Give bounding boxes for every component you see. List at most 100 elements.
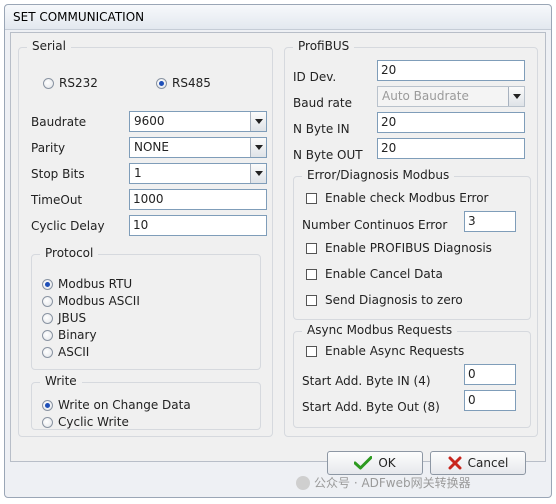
chevron-down-icon	[255, 145, 263, 150]
start-add-byte-in-input[interactable]: 0	[464, 364, 516, 385]
ok-button-label: OK	[378, 456, 396, 470]
stop-bits-select[interactable]: 1	[129, 163, 267, 184]
radio-rs485[interactable]: RS485	[156, 76, 211, 90]
parity-select[interactable]: NONE	[129, 137, 267, 158]
start-add-byte-in-label: Start Add. Byte IN (4)	[302, 374, 431, 388]
watermark-text: 公众号 · ADFweb网关转换器	[314, 476, 471, 490]
radio-indicator	[42, 346, 53, 358]
serial-group: Serial RS232 RS485 Baudrate 9600 Parity …	[18, 39, 273, 437]
radio-binary[interactable]: Binary	[42, 328, 97, 342]
checkbox-enable-check-modbus-error-label: Enable check Modbus Error	[325, 191, 489, 205]
parity-label: Parity	[31, 141, 66, 155]
baudrate-value: 9600	[134, 114, 165, 128]
number-continuos-error-input[interactable]: 3	[464, 211, 516, 232]
radio-rs232-label: RS232	[59, 76, 98, 90]
checkbox-box	[306, 242, 317, 254]
ok-button[interactable]: OK	[327, 451, 423, 475]
title-bar: SET COMMUNICATION	[5, 5, 551, 30]
stop-bits-value: 1	[134, 166, 142, 180]
checkbox-box	[306, 268, 317, 280]
protocol-group-title: Protocol	[40, 246, 99, 260]
radio-indicator-selected	[156, 77, 167, 89]
start-add-byte-out-label: Start Add. Byte Out (8)	[302, 400, 440, 414]
checkbox-box	[306, 345, 317, 357]
radio-rs485-label: RS485	[172, 76, 211, 90]
wechat-icon	[296, 475, 310, 490]
baudrate-select[interactable]: 9600	[129, 111, 267, 132]
n-byte-out-input[interactable]: 20	[377, 138, 525, 159]
radio-indicator	[42, 416, 53, 428]
dropdown-button[interactable]	[250, 164, 266, 183]
radio-write-on-change-label: Write on Change Data	[58, 398, 191, 412]
checkbox-send-diagnosis-to-zero-label: Send Diagnosis to zero	[325, 293, 463, 307]
watermark: 公众号 · ADFweb网关转换器	[296, 474, 471, 491]
chevron-down-icon	[255, 171, 263, 176]
radio-indicator	[42, 295, 53, 307]
id-dev-label: ID Dev.	[293, 70, 337, 84]
n-byte-out-label: N Byte OUT	[293, 148, 363, 162]
checkbox-enable-cancel-data-label: Enable Cancel Data	[325, 267, 443, 281]
cancel-button-label: Cancel	[467, 456, 509, 470]
chevron-down-icon	[255, 119, 263, 124]
radio-indicator	[43, 77, 54, 89]
cyclic-delay-input[interactable]: 10	[129, 215, 267, 236]
radio-indicator-selected	[42, 399, 53, 411]
check-icon	[354, 456, 373, 470]
number-continuos-error-label: Number Continuos Error	[302, 218, 448, 232]
checkbox-enable-async-requests-label: Enable Async Requests	[325, 344, 465, 358]
radio-modbus-rtu[interactable]: Modbus RTU	[42, 277, 132, 291]
checkbox-send-diagnosis-to-zero[interactable]: Send Diagnosis to zero	[306, 293, 463, 307]
dropdown-button[interactable]	[508, 87, 524, 106]
dropdown-button[interactable]	[250, 112, 266, 131]
n-byte-in-label: N Byte IN	[293, 122, 350, 136]
profibus-group: ProfiBUS ID Dev. 20 Baud rate Auto Baudr…	[284, 39, 538, 437]
window-title: SET COMMUNICATION	[13, 10, 145, 24]
radio-modbus-rtu-label: Modbus RTU	[58, 277, 133, 291]
write-group-title: Write	[40, 374, 82, 388]
radio-modbus-ascii[interactable]: Modbus ASCII	[42, 294, 140, 308]
radio-binary-label: Binary	[58, 328, 97, 342]
dropdown-button[interactable]	[250, 138, 266, 157]
x-icon	[448, 456, 462, 470]
checkbox-box	[306, 192, 317, 204]
checkbox-enable-profibus-diagnosis[interactable]: Enable PROFIBUS Diagnosis	[306, 241, 492, 255]
radio-cyclic-write-label: Cyclic Write	[58, 415, 129, 429]
n-byte-in-input[interactable]: 20	[377, 112, 525, 133]
async-requests-group: Async Modbus Requests Enable Async Reque…	[293, 323, 531, 428]
parity-value: NONE	[134, 140, 169, 154]
radio-write-on-change[interactable]: Write on Change Data	[42, 398, 191, 412]
radio-jbus-label: JBUS	[58, 311, 87, 325]
start-add-byte-out-input[interactable]: 0	[464, 390, 516, 411]
checkbox-box	[306, 294, 317, 306]
radio-indicator	[42, 312, 53, 324]
baudrate-label: Baudrate	[31, 115, 87, 129]
checkbox-enable-check-modbus-error[interactable]: Enable check Modbus Error	[306, 191, 489, 205]
cancel-button[interactable]: Cancel	[430, 451, 526, 475]
baud-rate-value: Auto Baudrate	[382, 89, 469, 103]
radio-ascii[interactable]: ASCII	[42, 345, 89, 359]
dialog-window: SET COMMUNICATION Serial RS232 RS485 Bau…	[4, 4, 552, 498]
baud-rate-label: Baud rate	[293, 96, 352, 110]
radio-indicator	[42, 329, 53, 341]
checkbox-enable-cancel-data[interactable]: Enable Cancel Data	[306, 267, 443, 281]
timeout-input[interactable]: 1000	[129, 189, 267, 210]
async-requests-group-title: Async Modbus Requests	[302, 323, 458, 337]
serial-group-title: Serial	[27, 39, 71, 53]
radio-cyclic-write[interactable]: Cyclic Write	[42, 415, 129, 429]
radio-modbus-ascii-label: Modbus ASCII	[58, 294, 140, 308]
radio-rs232[interactable]: RS232	[43, 76, 98, 90]
baud-rate-select[interactable]: Auto Baudrate	[377, 86, 525, 107]
dialog-body: Serial RS232 RS485 Baudrate 9600 Parity …	[10, 32, 546, 462]
cyclic-delay-label: Cyclic Delay	[31, 219, 105, 233]
radio-ascii-label: ASCII	[58, 345, 90, 359]
checkbox-enable-profibus-diagnosis-label: Enable PROFIBUS Diagnosis	[325, 241, 492, 255]
profibus-group-title: ProfiBUS	[293, 39, 355, 53]
timeout-label: TimeOut	[31, 193, 83, 207]
checkbox-enable-async-requests[interactable]: Enable Async Requests	[306, 344, 464, 358]
error-diagnosis-group: Error/Diagnosis Modbus Enable check Modb…	[293, 168, 531, 320]
radio-jbus[interactable]: JBUS	[42, 311, 86, 325]
chevron-down-icon	[513, 94, 521, 99]
protocol-group: Protocol Modbus RTU Modbus ASCII JBUS Bi…	[31, 246, 261, 370]
stop-bits-label: Stop Bits	[31, 167, 85, 181]
id-dev-input[interactable]: 20	[377, 60, 525, 81]
